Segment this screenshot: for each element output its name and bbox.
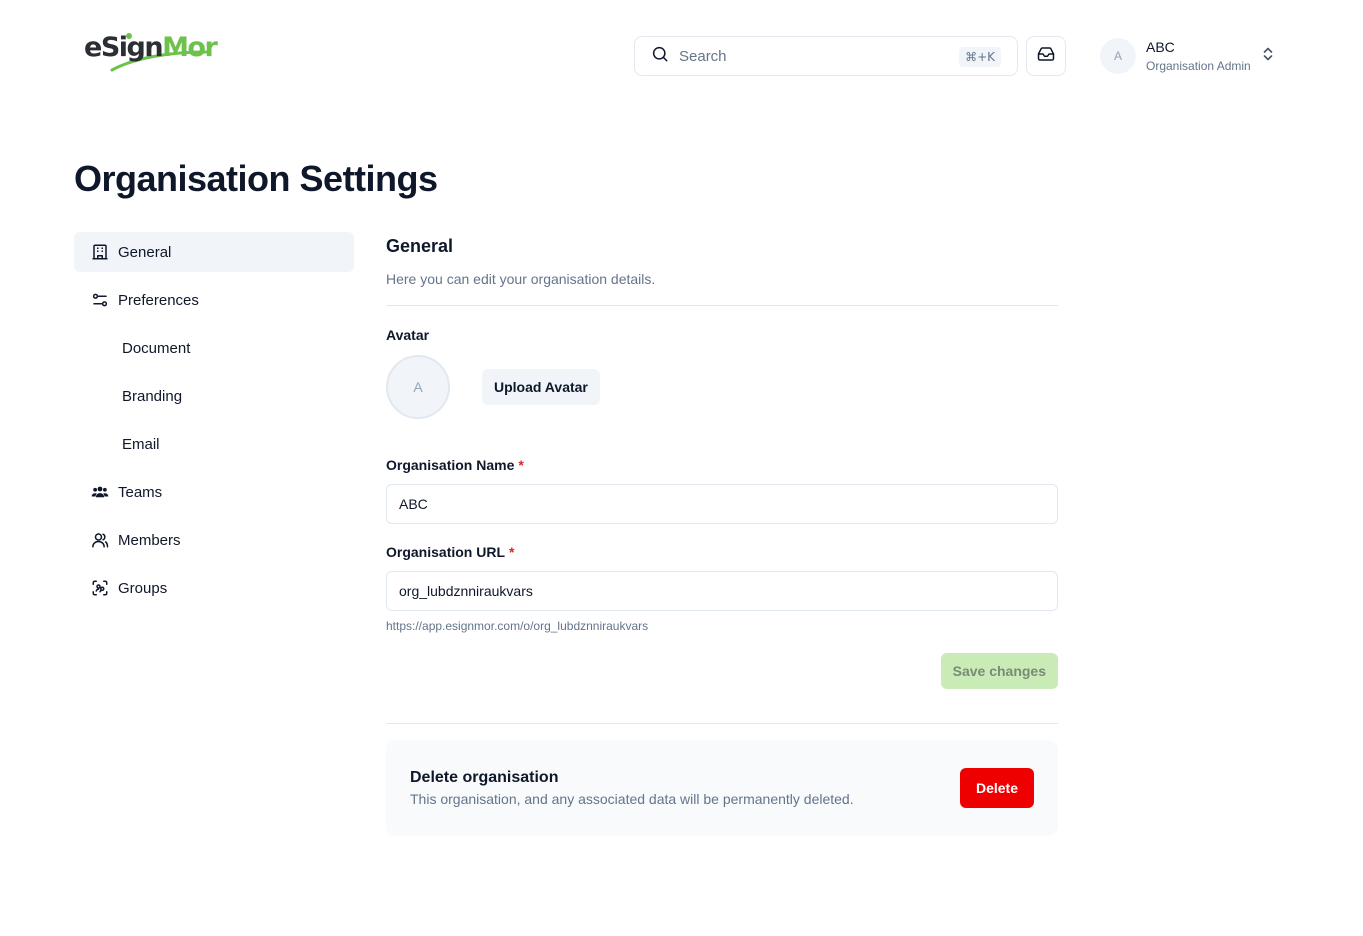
organisation-url-hint: https://app.esignmor.com/o/org_lubdznnir… — [386, 619, 649, 633]
section-divider — [386, 305, 1058, 306]
delete-button[interactable]: Delete — [959, 768, 1034, 808]
sidebar-item-branding[interactable]: Branding — [74, 376, 354, 416]
sidebar-item-preferences[interactable]: Preferences — [74, 280, 354, 320]
users-icon — [90, 482, 110, 502]
organisation-avatar: A — [386, 355, 450, 419]
sidebar-item-label: General — [118, 243, 172, 261]
delete-organisation-title: Delete organisation — [410, 769, 559, 786]
sidebar-item-label: Groups — [118, 579, 168, 597]
app-logo[interactable]: eSignMor — [84, 28, 218, 74]
organisation-url-input[interactable] — [386, 571, 1058, 611]
section-description: Here you can edit your organisation deta… — [386, 271, 656, 287]
organisation-name-label: Organisation Name * — [386, 457, 524, 473]
section-title: General — [386, 236, 454, 256]
avatar-label: Avatar — [386, 327, 430, 343]
save-changes-button[interactable]: Save changes — [940, 653, 1058, 689]
sidebar-item-label: Teams — [118, 483, 163, 501]
general-settings-panel: General Here you can edit your organisat… — [386, 232, 1058, 836]
inbox-icon — [1037, 45, 1055, 68]
required-marker: * — [518, 457, 524, 473]
user-avatar: A — [1100, 38, 1136, 74]
sidebar-item-teams[interactable]: Teams — [74, 472, 354, 512]
upload-avatar-button[interactable]: Upload Avatar — [482, 369, 600, 405]
organisation-url-label: Organisation URL * — [386, 544, 515, 560]
chevron-up-down-icon — [1261, 46, 1275, 67]
sidebar-item-label: Members — [118, 531, 181, 549]
building-icon — [90, 242, 110, 262]
user-icon — [90, 530, 110, 550]
user-name: ABC — [1146, 39, 1175, 55]
logo-text-sign: Sign — [100, 32, 164, 63]
sidebar-item-label: Email — [122, 435, 160, 453]
page-title: Organisation Settings — [74, 158, 438, 199]
sidebar-item-label: Document — [122, 339, 191, 357]
sliders-icon — [90, 290, 110, 310]
search-bar[interactable]: Search ⌘+K — [634, 36, 1018, 76]
user-role: Organisation Admin — [1146, 59, 1251, 73]
sidebar-item-email[interactable]: Email — [74, 424, 354, 464]
sidebar-item-general[interactable]: General — [74, 232, 354, 272]
delete-organisation-card: Delete organisation This organisation, a… — [386, 740, 1058, 836]
delete-organisation-description: This organisation, and any associated da… — [410, 791, 854, 807]
settings-sidebar: General Preferences Document Branding Em… — [74, 232, 354, 616]
logo-text-mor: Mor — [162, 32, 218, 63]
search-placeholder: Search — [679, 47, 727, 65]
group-scan-icon — [90, 578, 110, 598]
sidebar-item-members[interactable]: Members — [74, 520, 354, 560]
inbox-button[interactable] — [1026, 36, 1066, 76]
required-marker: * — [509, 544, 515, 560]
sidebar-item-label: Preferences — [118, 291, 199, 309]
sidebar-item-document[interactable]: Document — [74, 328, 354, 368]
sidebar-item-label: Branding — [122, 387, 183, 405]
search-shortcut-badge: ⌘+K — [959, 47, 1001, 67]
sidebar-item-groups[interactable]: Groups — [74, 568, 354, 608]
user-menu[interactable]: A ABC Organisation Admin — [1100, 38, 1275, 74]
logo-text-e: e — [84, 32, 102, 63]
danger-divider — [386, 723, 1058, 724]
search-icon — [651, 45, 669, 68]
organisation-name-input[interactable] — [386, 484, 1058, 524]
